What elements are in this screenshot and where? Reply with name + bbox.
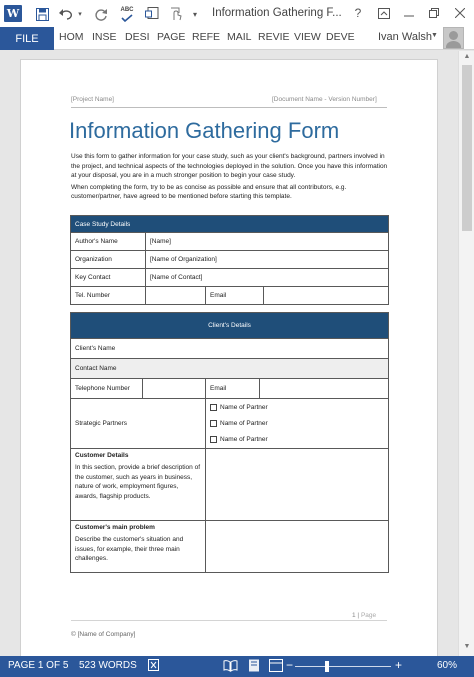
checkbox-icon[interactable] xyxy=(210,404,217,411)
tab-file[interactable]: FILE xyxy=(0,27,54,50)
zoom-in-button[interactable]: + xyxy=(395,658,402,672)
customize-icon[interactable]: ▾ xyxy=(189,5,201,23)
proofing-icon[interactable] xyxy=(148,659,162,675)
contact-name-field[interactable]: Contact Name xyxy=(69,358,390,379)
case-study-table: Case Study Details Author's Name [Name] … xyxy=(69,215,390,305)
customer-details-cell: Customer Details In this section, provid… xyxy=(70,448,206,521)
main-problem-description: Describe the customer's situation and is… xyxy=(75,536,184,563)
telephone-number-field[interactable] xyxy=(142,378,206,399)
tel-number-field[interactable] xyxy=(145,286,206,305)
spelling-icon[interactable]: ABC xyxy=(117,5,137,23)
intro-paragraph-2: When completing the form, try to be as c… xyxy=(71,183,347,201)
ribbon-tab-bar: FILE HOM INSE DESI PAGE REFE MAIL REVIE … xyxy=(0,27,474,50)
email-field[interactable] xyxy=(262,286,390,305)
title-bar: W ▾ ABC ▾ Information Gathering F... ? xyxy=(0,0,474,27)
page-title: Information Gathering Form xyxy=(69,118,340,143)
window-title: Information Gathering F... xyxy=(212,7,342,19)
word-count-status[interactable]: 523 WORDS xyxy=(79,660,137,671)
restore-icon[interactable] xyxy=(425,4,443,22)
page-count-status[interactable]: PAGE 1 OF 5 xyxy=(8,660,68,671)
telephone-number-label: Telephone Number xyxy=(70,378,143,399)
main-problem-heading: Customer's main problem xyxy=(75,524,155,531)
tab-view[interactable]: VIEW xyxy=(294,31,321,43)
key-contact-label: Key Contact xyxy=(70,268,146,287)
tab-page-layout[interactable]: PAGE xyxy=(157,31,185,43)
main-problem-cell: Customer's main problem Describe the cus… xyxy=(70,520,206,573)
undo-icon[interactable] xyxy=(57,5,75,23)
customer-details-description: In this section, provide a brief descrip… xyxy=(75,464,201,500)
document-workspace[interactable]: [Project Name] [Document Name - Version … xyxy=(0,51,458,656)
word-app-icon[interactable]: W xyxy=(4,5,22,22)
tab-review[interactable]: REVIE xyxy=(258,31,290,43)
user-account-name[interactable]: Ivan Walsh xyxy=(378,31,432,43)
client-email-label: Email xyxy=(205,378,260,399)
tab-mailings[interactable]: MAIL xyxy=(227,31,252,43)
web-layout-icon[interactable] xyxy=(269,659,283,675)
client-details-table: Client's Details Client's Name Contact N… xyxy=(69,312,390,573)
chevron-down-icon[interactable]: ▼ xyxy=(431,32,438,39)
print-layout-icon[interactable] xyxy=(247,659,261,675)
header-project-name: [Project Name] xyxy=(71,96,114,103)
undo-dropdown-icon[interactable]: ▾ xyxy=(75,5,85,23)
strategic-partners-label: Strategic Partners xyxy=(70,398,206,449)
touch-mode-icon[interactable] xyxy=(167,5,185,23)
minimize-icon[interactable] xyxy=(400,4,418,22)
checkbox-icon[interactable] xyxy=(210,436,217,443)
tab-developer[interactable]: DEVE xyxy=(326,31,355,43)
checkbox-icon[interactable] xyxy=(210,420,217,427)
author-name-label: Author's Name xyxy=(70,232,146,251)
avatar[interactable] xyxy=(443,27,464,49)
intro-text: Use this form to gather information for … xyxy=(71,152,389,204)
case-study-heading: Case Study Details xyxy=(69,215,390,233)
header-divider xyxy=(71,107,387,108)
partner-options: Name of Partner Name of Partner Name of … xyxy=(204,398,390,449)
status-bar: PAGE 1 OF 5 523 WORDS − + 60% xyxy=(0,656,474,677)
vertical-scrollbar[interactable]: ▲ ▼ xyxy=(458,51,474,656)
key-contact-field[interactable]: [Name of Contact] xyxy=(144,268,390,287)
footer-company: © [Name of Company] xyxy=(71,631,136,638)
organization-field[interactable]: [Name of Organization] xyxy=(144,250,390,269)
zoom-slider-thumb[interactable] xyxy=(325,661,329,672)
zoom-level[interactable]: 60% xyxy=(437,660,457,671)
client-email-field[interactable] xyxy=(258,378,390,399)
scroll-up-icon[interactable]: ▲ xyxy=(462,53,472,63)
tab-references[interactable]: REFE xyxy=(192,31,220,43)
help-icon[interactable]: ? xyxy=(349,4,367,22)
client-name-field[interactable]: Client's Name xyxy=(69,338,390,359)
customer-details-heading: Customer Details xyxy=(75,452,129,459)
organization-label: Organization xyxy=(70,250,146,269)
page-number: 1 | Page xyxy=(352,612,377,619)
partner-option[interactable]: Name of Partner xyxy=(210,400,384,416)
redo-icon[interactable] xyxy=(93,5,109,23)
ribbon-display-icon[interactable] xyxy=(375,4,393,22)
customer-details-field[interactable] xyxy=(204,448,390,521)
partner-option[interactable]: Name of Partner xyxy=(210,416,384,432)
document-page[interactable]: [Project Name] [Document Name - Version … xyxy=(20,59,438,656)
main-problem-field[interactable] xyxy=(204,520,390,573)
scroll-down-icon[interactable]: ▼ xyxy=(462,643,472,653)
email-label: Email xyxy=(205,286,264,305)
tab-insert[interactable]: INSE xyxy=(92,31,117,43)
header-document-name: [Document Name - Version Number] xyxy=(272,96,377,103)
save-icon[interactable] xyxy=(33,5,51,23)
zoom-slider[interactable] xyxy=(295,666,391,667)
tab-design[interactable]: DESI xyxy=(125,31,150,43)
tel-number-label: Tel. Number xyxy=(70,286,146,305)
close-icon[interactable] xyxy=(451,4,469,22)
scroll-thumb[interactable] xyxy=(462,65,472,231)
read-mode-icon[interactable] xyxy=(223,659,238,675)
footer-divider xyxy=(71,620,387,621)
tab-home[interactable]: HOM xyxy=(59,31,84,43)
author-name-field[interactable]: [Name] xyxy=(144,232,390,251)
intro-paragraph-1: Use this form to gather information for … xyxy=(71,153,388,180)
client-details-heading: Client's Details xyxy=(69,312,390,339)
partner-option[interactable]: Name of Partner xyxy=(210,432,384,448)
document-icon[interactable] xyxy=(143,5,161,23)
zoom-out-button[interactable]: − xyxy=(286,658,293,672)
